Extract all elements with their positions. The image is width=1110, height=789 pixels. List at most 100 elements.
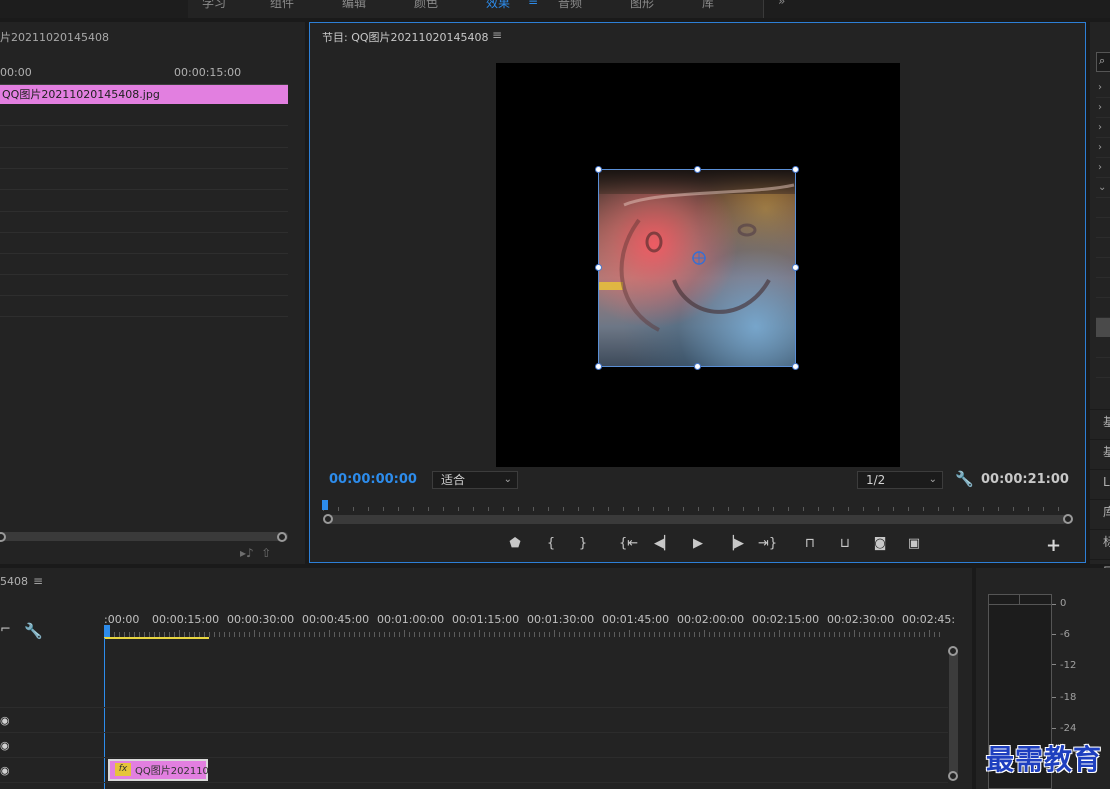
source-zoom-scrollbar[interactable] (0, 532, 288, 541)
program-scroll-right-handle[interactable] (1063, 514, 1073, 524)
button-editor-add-icon[interactable]: + (1046, 535, 1061, 556)
settings-wrench-icon[interactable]: 🔧 (955, 470, 974, 488)
essential-sound-tab[interactable]: 基 (1090, 439, 1110, 463)
tab-learning[interactable]: 学习 (202, 0, 226, 11)
effects-list-item[interactable] (1096, 198, 1110, 218)
source-insert-overwrite-icons[interactable]: ▸♪ ⇧ (240, 546, 271, 560)
transform-handle-bottom-right[interactable] (792, 363, 799, 370)
effects-list-item[interactable] (1096, 238, 1110, 258)
effects-folder-expand-icon[interactable]: › (1096, 78, 1110, 98)
go-to-out-icon[interactable]: ⇥} (758, 535, 777, 553)
timeline-timecode: 00:01:30:00 (527, 613, 595, 626)
timeline-time-ruler[interactable] (104, 630, 948, 638)
track-visibility-eye-icon[interactable]: ◉ (0, 714, 10, 727)
tab-graphics[interactable]: 图形 (630, 0, 654, 11)
lumetri-tab[interactable]: Lu (1090, 469, 1110, 493)
ruler-tick (244, 632, 245, 637)
timeline-vertical-scrollbar[interactable] (949, 650, 958, 776)
timeline-sequence-title[interactable]: 5408 (0, 575, 28, 588)
ruler-tick (664, 632, 665, 637)
essential-graphics-tab[interactable]: 基 (1090, 409, 1110, 433)
tab-libraries[interactable]: 库 (702, 0, 714, 11)
lift-icon[interactable]: ⊓ (801, 535, 819, 553)
transform-handle-right[interactable] (792, 264, 799, 271)
more-workspaces-icon[interactable]: » (778, 0, 785, 8)
effects-list-item[interactable] (1096, 258, 1110, 278)
mark-in-icon[interactable]: { (542, 535, 560, 553)
ruler-tick (338, 507, 339, 511)
timeline-clip[interactable]: fx QQ图片202110 (108, 759, 209, 781)
ruler-tick (374, 632, 375, 637)
libraries-tab[interactable]: 库 (1090, 499, 1110, 523)
program-menu-icon[interactable]: ≡ (492, 28, 502, 42)
ruler-tick (659, 632, 660, 637)
effects-list-item[interactable] (1096, 338, 1110, 358)
effects-list-item[interactable] (1096, 218, 1110, 238)
track-visibility-eye-icon[interactable]: ◉ (0, 764, 10, 777)
go-to-in-icon[interactable]: {⇤ (619, 535, 638, 553)
ruler-tick (698, 507, 699, 511)
markers-tab[interactable]: 标 (1090, 529, 1110, 553)
linked-selection-icon[interactable]: ⌐ (0, 622, 11, 637)
effects-selected-item[interactable] (1096, 318, 1110, 337)
program-scroll-left-handle[interactable] (323, 514, 333, 524)
ruler-tick (274, 632, 275, 637)
transform-handle-top[interactable] (694, 166, 701, 173)
effects-list-item[interactable] (1096, 278, 1110, 298)
ruler-tick (848, 507, 849, 511)
ruler-tick (904, 632, 905, 637)
ruler-tick (304, 632, 305, 637)
effects-folder-collapse-icon[interactable]: ⌄ (1096, 178, 1110, 198)
step-forward-icon[interactable]: ▕▶ (724, 535, 744, 553)
work-area-bar[interactable] (104, 637, 209, 639)
track-visibility-eye-icon[interactable]: ◉ (0, 739, 10, 752)
comparison-view-icon[interactable]: ▣ (905, 535, 923, 553)
mark-out-icon[interactable]: } (574, 535, 592, 553)
effects-folder-expand-icon[interactable]: › (1096, 158, 1110, 178)
effects-list-item[interactable] (1096, 358, 1110, 378)
step-back-icon[interactable]: ◀▏ (654, 535, 674, 553)
program-zoom-scrollbar[interactable] (327, 515, 1067, 524)
tab-assembly[interactable]: 组件 (270, 0, 294, 11)
source-clip[interactable]: QQ图片20211020145408.jpg (0, 85, 288, 104)
tab-audio[interactable]: 音频 (558, 0, 582, 11)
program-playhead[interactable] (322, 500, 328, 510)
play-icon[interactable]: ▶ (689, 535, 707, 553)
smiley-image[interactable] (598, 169, 796, 367)
ruler-tick (894, 632, 895, 637)
transform-handle-top-left[interactable] (595, 166, 602, 173)
effects-list-item[interactable] (1096, 298, 1110, 318)
ruler-tick (879, 632, 880, 637)
effects-folder-expand-icon[interactable]: › (1096, 118, 1110, 138)
extract-icon[interactable]: ⊔ (836, 535, 854, 553)
tab-effects-menu-icon[interactable]: ≡ (528, 0, 538, 8)
ruler-tick (844, 632, 845, 637)
camera-icon[interactable]: ◙ (871, 535, 889, 553)
timeline-settings-wrench-icon[interactable]: 🔧 (24, 622, 43, 640)
add-marker-icon[interactable]: ⬟ (506, 535, 524, 553)
ruler-tick (344, 632, 345, 637)
tab-color[interactable]: 颜色 (414, 0, 438, 11)
program-time-ruler[interactable] (323, 499, 1074, 513)
ruler-tick (444, 632, 445, 637)
ruler-tick (279, 632, 280, 637)
timeline-vscroll-top-handle[interactable] (948, 646, 958, 656)
ruler-tick (919, 632, 920, 637)
tab-effects[interactable]: 效果 (486, 0, 510, 11)
playhead-timecode[interactable]: 00:00:00:00 (329, 472, 417, 487)
transform-handle-bottom[interactable] (694, 363, 701, 370)
source-scroll-right-handle[interactable] (277, 532, 287, 542)
resolution-dropdown[interactable]: 1/2 ⌄ (857, 471, 943, 489)
transform-handle-left[interactable] (595, 264, 602, 271)
effects-folder-expand-icon[interactable]: › (1096, 98, 1110, 118)
transform-handle-top-right[interactable] (792, 166, 799, 173)
tab-editing[interactable]: 编辑 (342, 0, 366, 11)
timeline-playhead[interactable] (104, 625, 110, 637)
timeline-menu-icon[interactable]: ≡ (33, 574, 43, 588)
effects-search-input[interactable]: ⌕ (1096, 52, 1110, 72)
ruler-tick (1058, 507, 1059, 511)
transform-handle-bottom-left[interactable] (595, 363, 602, 370)
zoom-dropdown[interactable]: 适合 ⌄ (432, 471, 518, 489)
timeline-vscroll-bottom-handle[interactable] (948, 771, 958, 781)
effects-folder-expand-icon[interactable]: › (1096, 138, 1110, 158)
